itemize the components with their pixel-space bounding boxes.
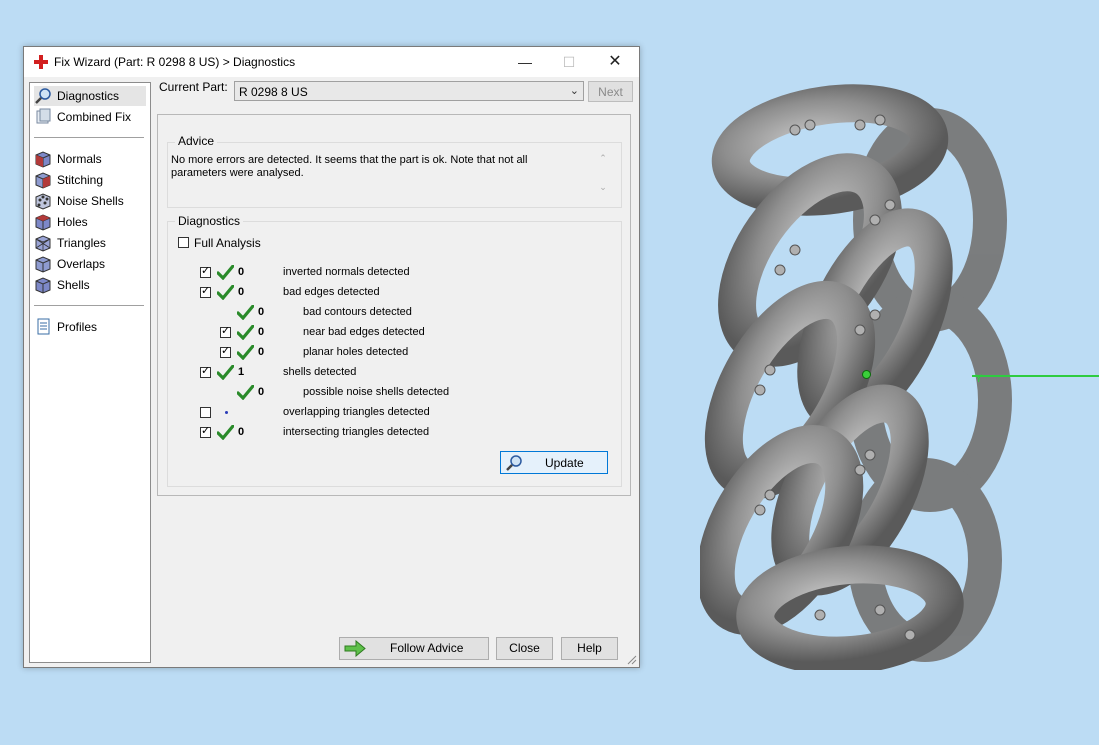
sidebar-item-label: Triangles xyxy=(57,236,106,250)
row-label: intersecting triangles detected xyxy=(283,426,430,438)
row-count: 0 xyxy=(238,286,245,298)
title-bar[interactable]: Fix Wizard (Part: R 0298 8 US) > Diagnos… xyxy=(24,47,639,77)
current-part-value: R 0298 8 US xyxy=(239,85,308,99)
nav-divider xyxy=(34,305,144,306)
checkmark-ok-icon xyxy=(237,345,254,360)
triangles-icon xyxy=(34,234,52,252)
close-button[interactable]: Close xyxy=(496,637,553,660)
shells-cube-icon xyxy=(34,276,52,294)
window-title: Fix Wizard (Part: R 0298 8 US) > Diagnos… xyxy=(54,55,296,69)
current-part-select[interactable]: R 0298 8 US ⌄ xyxy=(234,81,584,101)
magnifier-icon xyxy=(34,87,52,105)
noise-shells-icon xyxy=(34,192,52,210)
sidebar-item-normals[interactable]: Normals xyxy=(34,149,146,169)
row-checkbox[interactable] xyxy=(200,424,211,438)
row-count: 0 xyxy=(258,346,265,358)
magnifier-icon xyxy=(506,455,522,471)
nav-divider xyxy=(34,137,144,138)
chevron-down-icon: ⌄ xyxy=(569,85,579,97)
row-count: 0 xyxy=(238,266,245,278)
row-label: possible noise shells detected xyxy=(303,386,450,398)
row-count: 0 xyxy=(258,326,265,338)
diagnostics-title: Diagnostics xyxy=(175,214,244,228)
row-checkbox[interactable] xyxy=(200,407,211,418)
update-button[interactable]: Update xyxy=(500,451,608,474)
sidebar-item-profiles[interactable]: Profiles xyxy=(34,317,146,337)
checkmark-ok-icon xyxy=(217,285,234,300)
checkmark-ok-icon xyxy=(217,265,234,280)
pivot-point-icon xyxy=(862,370,871,379)
full-analysis-checkbox[interactable] xyxy=(178,237,189,248)
row-checkbox[interactable] xyxy=(220,324,231,338)
checkmark-ok-icon xyxy=(237,385,254,400)
sidebar-item-label: Stitching xyxy=(57,173,104,187)
sidebar-item-stitching[interactable]: Stitching xyxy=(34,170,146,190)
row-label: overlapping triangles detected xyxy=(283,406,430,418)
fix-wizard-dialog: Fix Wizard (Part: R 0298 8 US) > Diagnos… xyxy=(23,46,640,668)
row-checkbox[interactable] xyxy=(200,264,211,278)
sidebar-item-overlaps[interactable]: Overlaps xyxy=(34,254,146,274)
full-analysis-label: Full Analysis xyxy=(194,236,261,250)
y-axis-label: Y xyxy=(975,373,983,385)
sidebar-item-triangles[interactable]: Triangles xyxy=(34,233,146,253)
sidebar-item-noise-shells[interactable]: Noise Shells xyxy=(34,191,146,211)
sidebar-item-label: Overlaps xyxy=(57,257,106,271)
sidebar-item-shells[interactable]: Shells xyxy=(34,275,146,295)
follow-advice-label: Follow Advice xyxy=(390,641,464,655)
sidebar-item-label: Holes xyxy=(57,215,88,229)
advice-text: No more errors are detected. It seems th… xyxy=(171,154,528,179)
checkmark-ok-icon xyxy=(217,425,234,440)
sidebar-item-label: Noise Shells xyxy=(57,194,124,208)
row-label: bad edges detected xyxy=(283,286,380,298)
sidebar-item-label: Combined Fix xyxy=(57,110,132,124)
row-label: inverted normals detected xyxy=(283,266,410,278)
app-cross-icon xyxy=(34,55,48,69)
overlaps-cube-icon xyxy=(34,255,52,273)
follow-advice-button[interactable]: Follow Advice xyxy=(339,637,489,660)
update-label: Update xyxy=(545,456,584,470)
row-checkbox[interactable] xyxy=(220,344,231,358)
row-label: shells detected xyxy=(283,366,357,378)
row-count: 0 xyxy=(258,386,265,398)
current-part-label: Current Part: xyxy=(159,80,228,94)
close-window-button[interactable]: ✕ xyxy=(592,47,638,77)
row-count: 1 xyxy=(238,366,245,378)
advice-scrollbar[interactable]: ⌃ ⌄ xyxy=(596,151,610,197)
arrow-right-icon xyxy=(344,640,366,657)
maximize-button[interactable]: ☐ xyxy=(546,47,592,77)
row-label: planar holes detected xyxy=(303,346,409,358)
row-count: 0 xyxy=(238,426,245,438)
sidebar-item-diagnostics[interactable]: Diagnostics xyxy=(34,86,146,106)
sidebar-item-holes[interactable]: Holes xyxy=(34,212,146,232)
normals-cube-icon xyxy=(34,150,52,168)
not-analysed-indicator xyxy=(225,411,228,414)
combined-fix-icon xyxy=(34,108,52,126)
resize-grip-icon[interactable] xyxy=(627,655,637,665)
sidebar-item-label: Shells xyxy=(57,278,90,292)
next-button[interactable]: Next xyxy=(588,81,633,102)
diagnostics-panel: Advice No more errors are detected. It s… xyxy=(157,114,631,496)
help-button[interactable]: Help xyxy=(561,637,618,660)
document-icon xyxy=(34,318,52,336)
checkmark-ok-icon xyxy=(217,365,234,380)
sidebar-item-combined-fix[interactable]: Combined Fix xyxy=(34,107,146,127)
row-label: near bad edges detected xyxy=(303,326,425,338)
sidebar-item-label: Normals xyxy=(57,152,102,166)
checkmark-ok-icon xyxy=(237,305,254,320)
row-checkbox[interactable] xyxy=(200,364,211,378)
stitching-cube-icon xyxy=(34,171,52,189)
sidebar-nav: Diagnostics Combined Fix Normals Stitchi… xyxy=(29,82,151,663)
minimize-button[interactable]: — xyxy=(502,47,548,77)
ring-chain-model[interactable] xyxy=(700,70,1020,670)
holes-cube-icon xyxy=(34,213,52,231)
row-count: 0 xyxy=(258,306,265,318)
row-label: bad contours detected xyxy=(303,306,412,318)
sidebar-item-label: Diagnostics xyxy=(57,89,120,103)
advice-title: Advice xyxy=(175,134,218,148)
y-axis-line xyxy=(972,375,1099,377)
sidebar-item-label: Profiles xyxy=(57,320,98,334)
checkmark-ok-icon xyxy=(237,325,254,340)
row-checkbox[interactable] xyxy=(200,284,211,298)
